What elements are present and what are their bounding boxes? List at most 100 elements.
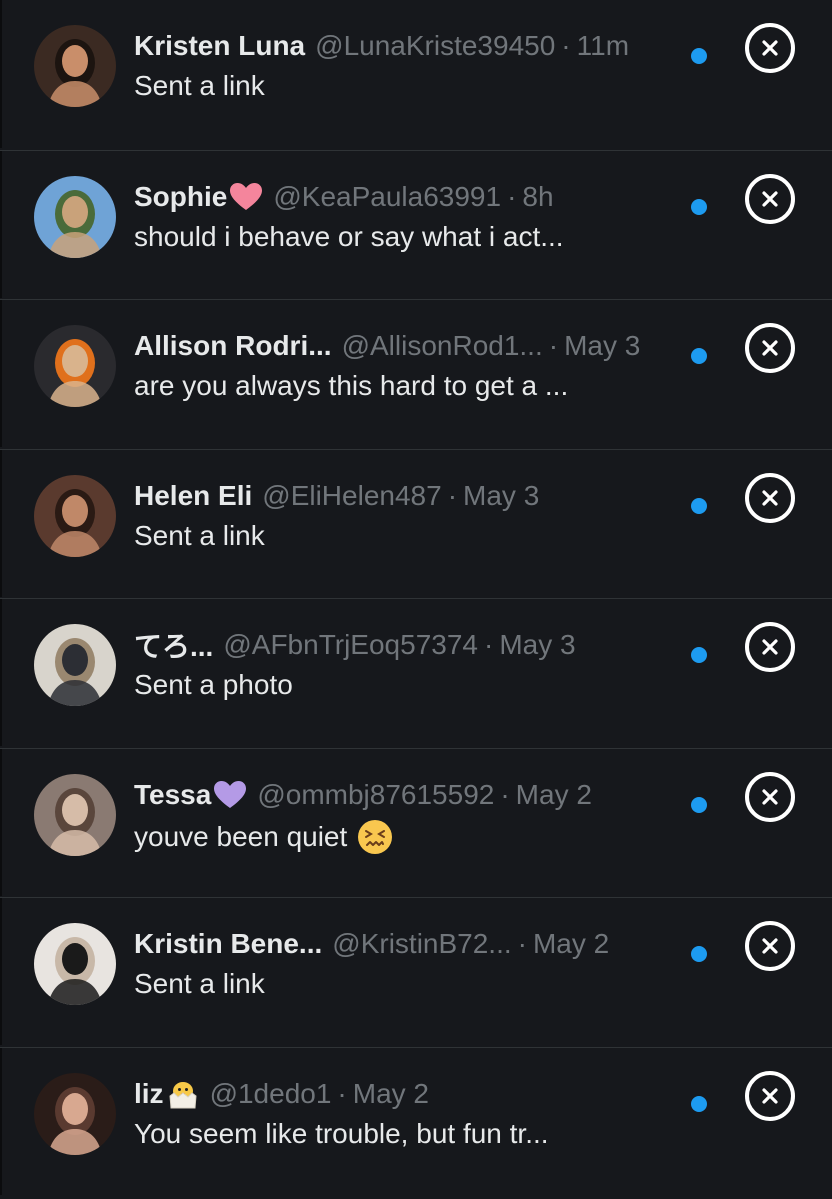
separator-dot: · [507,181,517,212]
avatar[interactable] [34,774,116,856]
purple-heart-icon [213,780,247,810]
user-handle: @EliHelen487 [262,480,442,511]
conversation-header: Kristin Bene... @KristinB72... · May 2 [134,926,609,962]
timestamp: May 2 [352,1078,429,1109]
message-preview-text: are you always this hard to get a ... [134,370,569,401]
unread-dot-icon [691,348,707,364]
close-circle-icon[interactable] [745,772,795,822]
row-edge [0,151,2,298]
conversation-list: Kristen Luna @LunaKriste39450 · 11m Sent a l… [0,0,832,1199]
conversation-header: てろ... @AFbnTrjEoq57374 · May 3 [134,627,576,663]
close-circle-icon[interactable] [745,323,795,373]
timestamp: May 3 [463,480,540,511]
row-edge [0,599,2,746]
conversation-row[interactable]: liz @1dedo1 · May 2 You seem like trouble, b… [0,1047,832,1195]
display-name: Sophie [134,181,228,212]
timestamp: May 2 [532,928,610,959]
unread-dot-icon [691,498,707,514]
message-preview-text: Sent a photo [134,669,293,700]
pink-heart-icon [229,182,263,212]
display-name: Kristen Luna [134,30,306,61]
message-preview: Sent a link [134,70,265,102]
avatar[interactable] [34,624,116,706]
separator-dot: · [517,928,527,959]
avatar[interactable] [34,1073,116,1155]
row-edge [0,450,2,597]
unread-dot-icon [691,48,707,64]
unread-dot-icon [691,647,707,663]
user-handle: @ommbj87615592 [257,779,495,810]
user-handle: @KeaPaula63991 [273,181,502,212]
row-edge [0,0,2,148]
conversation-row[interactable]: Sophie @KeaPaula63991 · 8h should i behave o… [0,150,832,298]
conversation-header: Sophie @KeaPaula63991 · 8h [134,179,554,215]
conversation-header: Tessa @ommbj87615592 · May 2 [134,777,592,813]
conversation-row[interactable]: Helen Eli @EliHelen487 · May 3 Sent a link [0,449,832,597]
display-name: Helen Eli [134,480,253,511]
timestamp: 11m [576,30,630,61]
close-circle-icon[interactable] [745,622,795,672]
user-handle: @AllisonRod1... [341,330,543,361]
separator-dot: · [500,779,510,810]
avatar[interactable] [34,325,116,407]
message-preview: Sent a photo [134,669,293,701]
unread-dot-icon [691,199,707,215]
conversation-header: Helen Eli @EliHelen487 · May 3 [134,478,539,514]
conversation-header: Allison Rodri... @AllisonRod1... · May 3 [134,328,640,364]
avatar[interactable] [34,475,116,557]
message-preview: should i behave or say what i act... [134,221,564,253]
display-name: Tessa [134,779,212,810]
close-circle-icon[interactable] [745,1071,795,1121]
conversation-row[interactable]: Kristin Bene... @KristinB72... · May 2 Sent … [0,897,832,1045]
message-preview-text: Sent a link [134,520,265,551]
timestamp: 8h [522,181,554,212]
user-handle: @AFbnTrjEoq57374 [223,629,478,660]
conversation-row[interactable]: Tessa @ommbj87615592 · May 2 youve been quie… [0,748,832,896]
message-preview-text: You seem like trouble, but fun tr... [134,1118,549,1149]
close-circle-icon[interactable] [745,174,795,224]
conversation-row[interactable]: Allison Rodri... @AllisonRod1... · May 3 are… [0,299,832,447]
avatar[interactable] [34,25,116,107]
user-handle: @1dedo1 [209,1078,332,1109]
close-circle-icon[interactable] [745,23,795,73]
close-circle-icon[interactable] [745,921,795,971]
conversation-header: liz @1dedo1 · May 2 [134,1076,429,1112]
message-preview-text: youve been quiet [134,821,348,852]
row-edge [0,749,2,896]
hatching-chick-icon [166,1079,200,1109]
row-edge [0,1048,2,1195]
timestamp: May 3 [499,629,576,660]
conversation-row[interactable]: Kristen Luna @LunaKriste39450 · 11m Sent a l… [0,0,832,148]
avatar[interactable] [34,176,116,258]
row-edge [0,300,2,447]
timestamp: May 3 [564,330,641,361]
display-name: てろ... [134,631,214,662]
message-preview: You seem like trouble, but fun tr... [134,1118,549,1150]
unread-dot-icon [691,1096,707,1112]
separator-dot: · [447,480,458,511]
display-name: Allison Rodri... [134,330,332,361]
close-circle-icon[interactable] [745,473,795,523]
row-edge [0,898,2,1045]
separator-dot: · [483,629,494,660]
conversation-row[interactable]: てろ... @AFbnTrjEoq57374 · May 3 Sent a photo [0,598,832,746]
confounded-face-icon [357,819,393,855]
user-handle: @LunaKriste39450 [315,30,556,61]
avatar[interactable] [34,923,116,1005]
display-name: Kristin Bene... [134,928,323,959]
conversation-header: Kristen Luna @LunaKriste39450 · 11m [134,28,629,64]
user-handle: @KristinB72... [332,928,512,959]
message-preview-text: Sent a link [134,70,265,101]
separator-dot: · [337,1078,347,1109]
message-preview: are you always this hard to get a ... [134,370,568,402]
separator-dot: · [548,330,559,361]
unread-dot-icon [691,797,707,813]
separator-dot: · [561,30,571,61]
unread-dot-icon [691,946,707,962]
message-preview: youve been quiet [134,819,393,855]
display-name: liz [134,1078,164,1109]
message-preview-text: Sent a link [134,968,265,999]
message-preview-text: should i behave or say what i act... [134,221,564,252]
message-preview: Sent a link [134,968,265,1000]
message-preview: Sent a link [134,520,265,552]
